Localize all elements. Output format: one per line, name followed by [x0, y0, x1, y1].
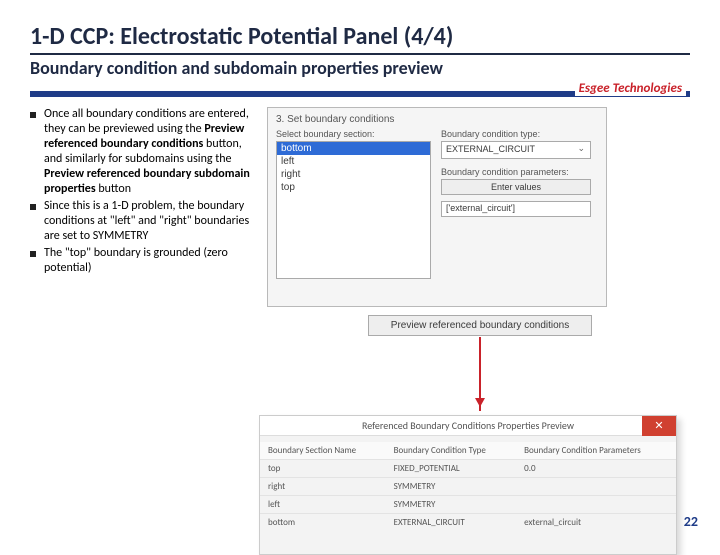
table-row: rightSYMMETRY: [260, 478, 676, 496]
table-row: bottomEXTERNAL_CIRCUITexternal_circuit: [260, 514, 676, 532]
col-header: Boundary Condition Type: [386, 442, 517, 460]
listbox-option[interactable]: top: [277, 181, 430, 194]
preview-referenced-bc-button[interactable]: Preview referenced boundary conditions: [368, 315, 592, 336]
table-header-row: Boundary Section Name Boundary Condition…: [260, 442, 676, 460]
listbox-option[interactable]: left: [277, 155, 430, 168]
preview-dialog: Referenced Boundary Conditions Propertie…: [259, 415, 677, 555]
col-header: Boundary Section Name: [260, 442, 386, 460]
listbox-option[interactable]: right: [277, 168, 430, 181]
list-item: Once all boundary conditions are entered…: [30, 107, 255, 197]
bc-type-label: Boundary condition type:: [441, 129, 598, 139]
bullet-column: Once all boundary conditions are entered…: [30, 107, 255, 278]
bc-type-dropdown[interactable]: EXTERNAL_CIRCUIT: [441, 141, 591, 159]
bullet-icon: [30, 112, 36, 118]
bullet-icon: [30, 251, 36, 257]
close-icon[interactable]: ✕: [642, 416, 676, 436]
table-row: topFIXED_POTENTIAL0.0: [260, 460, 676, 478]
slide-title: 1-D CCP: Electrostatic Potential Panel (…: [30, 22, 690, 55]
list-item: The "top" boundary is grounded (zero pot…: [30, 246, 255, 276]
bc-param-label: Boundary condition parameters:: [441, 167, 598, 177]
brand-logo: Esgee Technologies: [575, 81, 686, 96]
preview-table: Boundary Section Name Boundary Condition…: [260, 442, 676, 531]
bullet-icon: [30, 204, 36, 210]
page-number: 22: [684, 513, 698, 530]
col-header: Boundary Condition Parameters: [516, 442, 676, 460]
param-field[interactable]: ['external_circuit']: [441, 201, 591, 217]
select-label: Select boundary section:: [276, 129, 431, 139]
dialog-title: Referenced Boundary Conditions Propertie…: [260, 416, 676, 436]
listbox-option-selected[interactable]: bottom: [277, 142, 430, 155]
table-row: leftSYMMETRY: [260, 496, 676, 514]
list-item: Since this is a 1-D problem, the boundar…: [30, 199, 255, 244]
enter-values-button[interactable]: Enter values: [441, 179, 591, 195]
step-heading: 3. Set boundary conditions: [276, 114, 598, 125]
divider: Esgee Technologies: [30, 85, 690, 99]
boundary-panel: 3. Set boundary conditions Select bounda…: [267, 107, 607, 307]
boundary-section-listbox[interactable]: bottom left right top: [276, 141, 431, 279]
slide-subtitle: Boundary condition and subdomain propert…: [30, 57, 690, 79]
annotation-arrow: [479, 337, 481, 411]
